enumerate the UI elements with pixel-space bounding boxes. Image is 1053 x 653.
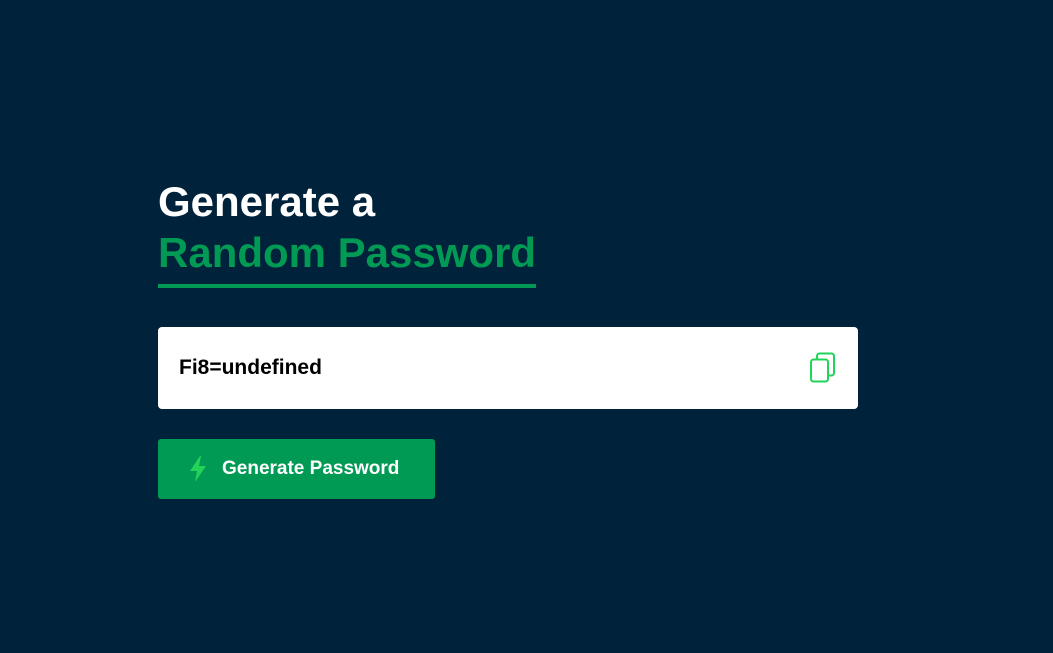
generate-password-button[interactable]: Generate Password <box>158 439 435 499</box>
page-title: Generate a Random Password <box>158 176 537 288</box>
copy-button[interactable] <box>806 350 840 386</box>
password-generator-page: Generate a Random Password Fi8=undefined… <box>0 0 1053 653</box>
generate-password-label: Generate Password <box>222 458 400 479</box>
password-display: Fi8=undefined <box>158 327 858 409</box>
title-line-2-highlight: Random Password <box>158 227 537 288</box>
title-line-1: Generate a <box>158 178 376 225</box>
password-value: Fi8=undefined <box>179 356 322 379</box>
copy-icon <box>810 352 835 383</box>
lightning-bolt-icon <box>188 456 208 482</box>
